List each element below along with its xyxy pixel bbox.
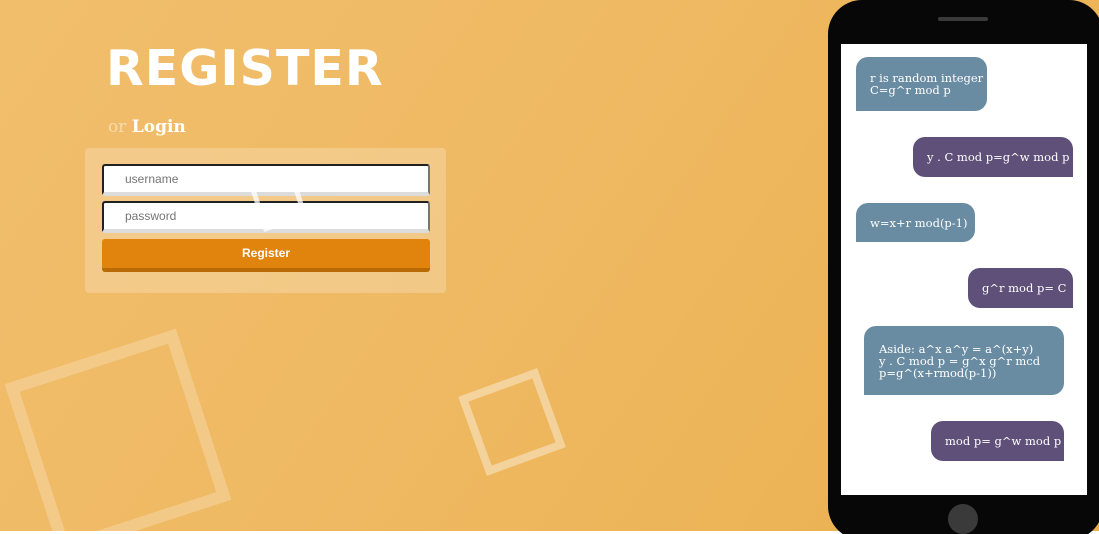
chat-bubble-right: y . C mod p=g^w mod p bbox=[913, 137, 1073, 177]
bubble-line: y . C mod p=g^w mod p bbox=[927, 150, 1070, 164]
bubble-line: C=g^r mod p bbox=[870, 83, 951, 97]
login-switch: or Login bbox=[108, 117, 186, 137]
phone-screen: r is random integer C=g^r mod p y . C mo… bbox=[841, 44, 1087, 495]
decorative-square bbox=[458, 368, 566, 476]
bubble-line: w=x+r mod(p-1) bbox=[870, 215, 968, 230]
chat-bubble-left: r is random integer C=g^r mod p bbox=[856, 57, 987, 111]
login-link[interactable]: Login bbox=[132, 117, 186, 137]
bubble-line: p=g^(x+rmod(p-1)) bbox=[879, 365, 997, 380]
chat-bubble-right: mod p= g^w mod p bbox=[931, 421, 1064, 461]
chat-bubble-left: w=x+r mod(p-1) bbox=[856, 203, 975, 242]
chat-bubble-left: Aside: a^x a^y = a^(x+y) y . C mod p = g… bbox=[864, 326, 1064, 395]
register-button[interactable]: Register bbox=[102, 239, 430, 272]
bubble-line: g^r mod p= C bbox=[982, 281, 1067, 295]
page: REGISTER or Login Register r is random i… bbox=[0, 0, 1099, 534]
phone-speaker bbox=[938, 17, 988, 21]
bubble-line: Aside: a^x a^y = a^(x+y) bbox=[879, 341, 1034, 356]
page-title: REGISTER bbox=[106, 40, 384, 97]
or-text: or bbox=[108, 117, 127, 137]
phone-mockup: r is random integer C=g^r mod p y . C mo… bbox=[828, 0, 1099, 534]
decorative-square bbox=[4, 328, 232, 531]
chat-bubble-right: g^r mod p= C bbox=[968, 268, 1073, 308]
phone-home-button bbox=[948, 504, 978, 534]
bubble-line: y . C mod p = g^x g^r mcd bbox=[879, 353, 1041, 368]
bubble-line: mod p= g^w mod p bbox=[945, 434, 1062, 448]
